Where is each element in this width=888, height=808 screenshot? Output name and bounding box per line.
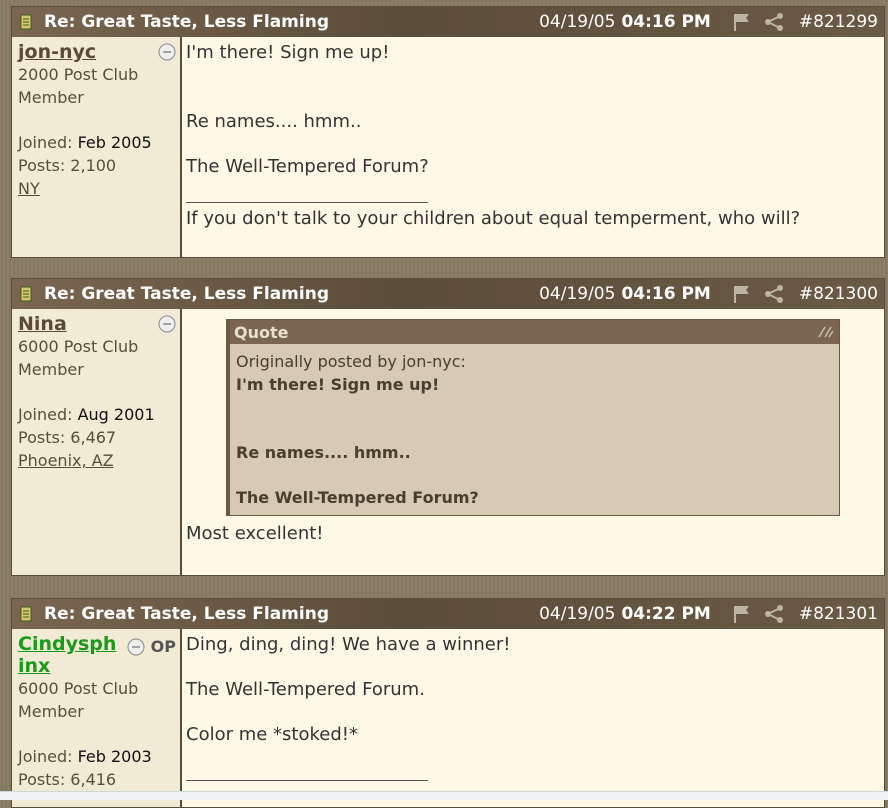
signature-divider [186,202,428,203]
post-date: 04/19/05 [539,604,616,624]
post-date: 04/19/05 [539,12,616,32]
author-rank-member: Member [18,88,84,107]
post-header: Re: Great Taste, Less Flaming 04/19/05 0… [12,599,884,629]
author-rank-member: Member [18,702,84,721]
document-icon [20,286,32,302]
status-face-icon [158,43,176,61]
expand-icon[interactable] [817,325,835,339]
flag-icon[interactable] [731,604,753,624]
author-posts: Posts: 6,416 [18,770,117,789]
post-title[interactable]: Re: Great Taste, Less Flaming [44,284,539,304]
post-header: Re: Great Taste, Less Flaming 04/19/05 0… [12,279,884,309]
author-panel: Cindysph inx OP 6000 Post Club Member Joi… [12,629,182,807]
author-name-link[interactable]: jon-nyc [18,41,176,63]
signature-divider [186,780,428,781]
author-rank: 2000 Post Club [18,65,139,84]
post-time: 04:16 PM [621,12,711,32]
post-time: 04:16 PM [621,284,711,304]
post-title[interactable]: Re: Great Taste, Less Flaming [44,12,539,32]
document-icon [20,606,32,622]
author-joined: Joined: Aug 2001 [18,405,155,424]
share-icon[interactable] [763,284,785,304]
quote-body: Originally posted by jon-nyc: I'm there!… [230,344,839,515]
document-icon [20,14,32,30]
post-number-link[interactable]: #821301 [799,604,878,624]
post-time: 04:22 PM [621,604,711,624]
author-rank-member: Member [18,360,84,379]
post-content: Ding, ding, ding! We have a winner! The … [182,629,884,807]
share-icon[interactable] [763,12,785,32]
post-821299: Re: Great Taste, Less Flaming 04/19/05 0… [11,6,885,258]
post-number-link[interactable]: #821299 [799,12,878,32]
quote-block: Quote Originally posted by jon-nyc: I'm … [226,319,840,516]
author-location-link[interactable]: NY [18,177,176,200]
quote-attribution: Originally posted by jon-nyc: [236,352,466,371]
author-joined: Joined: Feb 2005 [18,133,152,152]
post-title[interactable]: Re: Great Taste, Less Flaming [44,604,539,624]
op-badge: OP [150,637,176,656]
post-content: Quote Originally posted by jon-nyc: I'm … [182,309,884,575]
author-posts: Posts: 2,100 [18,156,117,175]
post-date: 04/19/05 [539,284,616,304]
horizontal-scrollbar[interactable] [0,791,888,800]
post-number-link[interactable]: #821300 [799,284,878,304]
status-face-icon [158,315,176,333]
author-rank: 6000 Post Club [18,679,139,698]
author-joined: Joined: Feb 2003 [18,747,152,766]
quote-header: Quote [230,320,839,344]
status-face-icon [127,638,145,655]
post-821300: Re: Great Taste, Less Flaming 04/19/05 0… [11,278,885,576]
status-and-op: OP [127,635,176,658]
share-icon[interactable] [763,604,785,624]
flag-icon[interactable] [731,12,753,32]
author-rank: 6000 Post Club [18,337,139,356]
flag-icon[interactable] [731,284,753,304]
author-posts: Posts: 6,467 [18,428,117,447]
author-panel: jon-nyc 2000 Post Club Member Joined: Fe… [12,37,182,257]
author-name-link[interactable]: Nina [18,313,176,335]
post-header: Re: Great Taste, Less Flaming 04/19/05 0… [12,7,884,37]
author-location-link[interactable]: Phoenix, AZ [18,449,176,472]
author-panel: Nina 6000 Post Club Member Joined: Aug 2… [12,309,182,575]
post-821301: Re: Great Taste, Less Flaming 04/19/05 0… [11,598,885,808]
post-content: I'm there! Sign me up! Re names.... hmm.… [182,37,884,257]
signature: If you don't talk to your children about… [186,208,801,229]
